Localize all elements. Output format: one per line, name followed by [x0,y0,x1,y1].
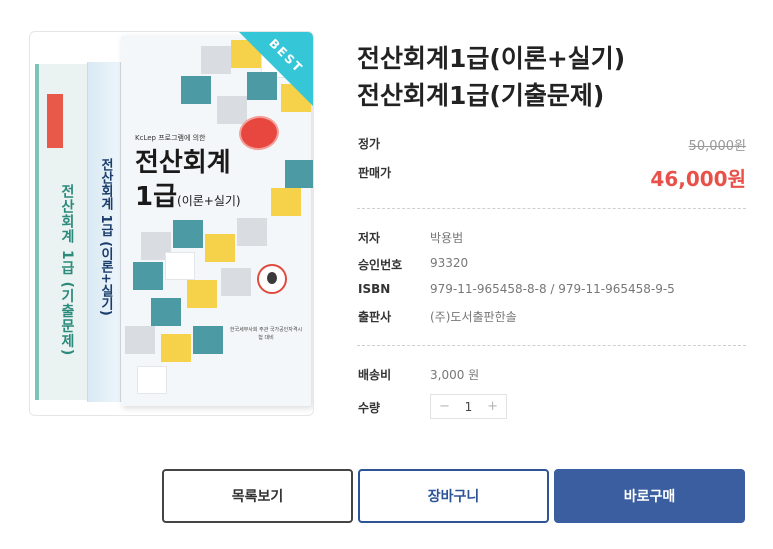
minus-icon[interactable]: − [439,399,450,414]
cover-title-grade: 1급(이론+실기) [135,182,241,212]
cover-title: 전산회계 [135,148,231,178]
cover-cube [181,76,211,104]
detail-value-publisher: (주)도서출판한솔 [430,310,517,324]
cover-cube [271,188,301,216]
sale-price-value: 46,000원 [650,167,746,191]
back-cover-title: 전산회계 1급 (기출문제) [59,184,75,357]
cover-cube [133,262,163,290]
list-price-value: 50,000원 [688,139,746,154]
detail-value-author: 박용범 [430,231,464,245]
cover-cube [151,298,181,326]
cover-cube [193,326,223,354]
buy-now-button[interactable]: 바로구매 [554,469,745,523]
cover-cube [125,326,155,354]
detail-label-approval-number: 승인번호 [358,258,403,272]
cover-cube [137,366,167,394]
product-title-line1: 전산회계1급(이론+실기) [357,44,626,73]
detail-label-publisher: 출판사 [358,310,392,324]
product-image: 전산회계 1급 (기출문제) 전산회계 1급 (이론+실기) KcLep 프로그… [29,31,314,416]
cover-cube [201,46,231,74]
cover-cube [221,268,251,296]
cover-cube [187,280,217,308]
divider [357,345,746,346]
cover-cube [237,218,267,246]
cover-description: 한국세무사회 주관 국가공인자격시험 대비 [229,327,303,341]
cover-cube [173,220,203,248]
detail-label-isbn: ISBN [358,282,391,296]
sale-price-label: 판매가 [358,166,392,180]
author-avatar [257,264,287,294]
divider [357,208,746,209]
list-price-label: 정가 [358,137,381,151]
cover-cube [205,234,235,262]
cover-cube [165,252,195,280]
quantity-stepper[interactable]: − 1 + [430,394,507,419]
cover-publisher-line: KcLep 프로그램에 의한 [135,134,206,142]
quantity-label: 수량 [358,401,381,415]
shipping-value: 3,000 원 [430,368,480,382]
spine-title: 전산회계 1급 (이론+실기) [98,158,113,316]
plus-icon[interactable]: + [487,399,498,414]
book-spine: 전산회계 1급 (이론+실기) [87,62,121,402]
cover-cube [285,160,313,188]
book-back-cover: 전산회계 1급 (기출문제) [35,64,87,400]
product-title: 전산회계1급(이론+실기) 전산회계1급(기출문제) [357,40,757,114]
edition-ribbon [47,94,63,148]
cover-cube [161,334,191,362]
detail-value-isbn: 979-11-965458-8-8 / 979-11-965458-9-5 [430,282,675,296]
shipping-label: 배송비 [358,368,392,382]
product-title-line2: 전산회계1급(기출문제) [357,81,605,110]
detail-value-approval-number: 93320 [430,256,469,270]
quantity-value[interactable]: 1 [465,400,473,414]
detail-label-author: 저자 [358,231,381,245]
list-view-button[interactable]: 목록보기 [162,469,353,523]
add-to-cart-button[interactable]: 장바구니 [358,469,549,523]
